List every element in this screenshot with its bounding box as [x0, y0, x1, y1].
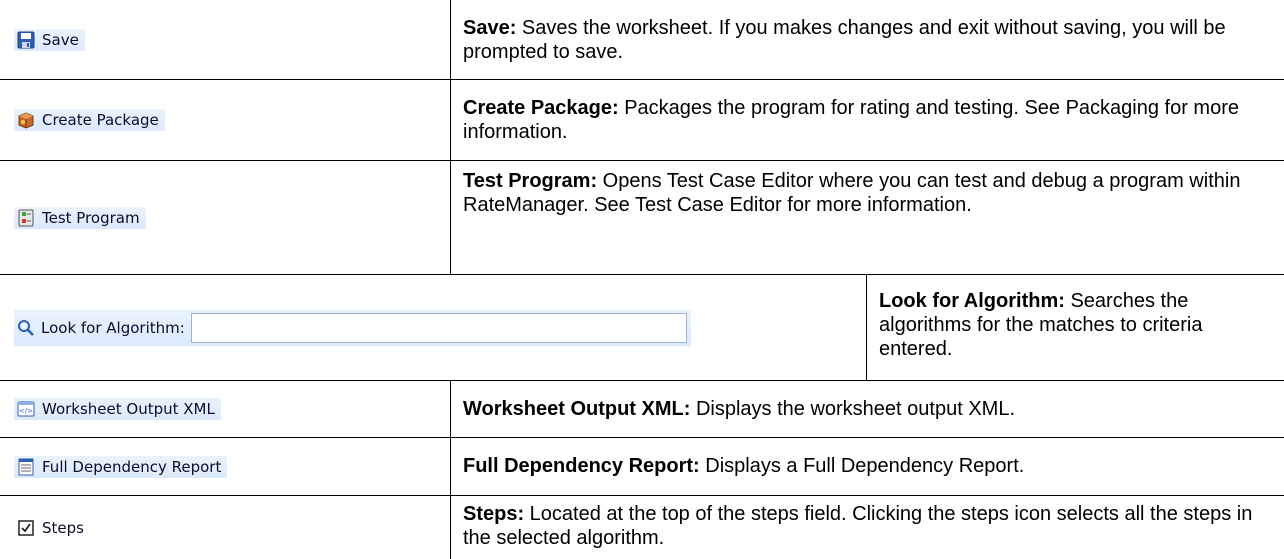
- term-label: Save:: [463, 17, 517, 39]
- save-button[interactable]: Save: [14, 28, 85, 51]
- term-description: Displays the worksheet output XML.: [690, 398, 1016, 420]
- term-label: Look for Algorithm:: [879, 290, 1065, 312]
- table-cell-button: Create Package: [0, 80, 450, 160]
- table-row: Create Package Create Package: Packages …: [0, 80, 1284, 161]
- table-cell-description: Look for Algorithm: Searches the algorit…: [866, 275, 1284, 380]
- term-label: Worksheet Output XML:: [463, 398, 691, 420]
- table-row: Steps Steps: Located at the top of the s…: [0, 496, 1284, 559]
- table-cell-description: Steps: Located at the top of the steps f…: [450, 496, 1284, 559]
- table-row: Save Save: Saves the worksheet. If you m…: [0, 0, 1284, 80]
- term-description: Saves the worksheet. If you makes change…: [463, 17, 1226, 63]
- steps-checkbox-icon: [18, 519, 34, 536]
- table-cell-description: Worksheet Output XML: Displays the works…: [450, 381, 1284, 437]
- full-dependency-report-button-label: Full Dependency Report: [42, 457, 222, 476]
- save-icon: [17, 31, 35, 48]
- create-package-button-label: Create Package: [42, 111, 159, 129]
- worksheet-output-xml-button-label: Worksheet Output XML: [42, 400, 215, 418]
- search-label: Look for Algorithm:: [41, 318, 185, 337]
- table-cell-button: Steps: [0, 496, 450, 559]
- svg-text:</>: </>: [19, 407, 33, 415]
- algorithm-search: Look for Algorithm:: [14, 309, 691, 346]
- table-row: Look for Algorithm: Look for Algorithm: …: [0, 275, 1284, 381]
- table-cell-button: Full Dependency Report: [0, 438, 450, 495]
- table-cell-button: Test Program: [0, 161, 450, 274]
- term-label: Steps:: [463, 503, 525, 525]
- algorithm-search-input[interactable]: [190, 312, 687, 343]
- term-label: Full Dependency Report:: [463, 455, 700, 477]
- save-button-label: Save: [42, 30, 79, 49]
- worksheet-output-xml-button[interactable]: </> Worksheet Output XML: [14, 398, 221, 420]
- steps-button-label: Steps: [42, 518, 84, 537]
- table-row: </> Worksheet Output XML Worksheet Outpu…: [0, 381, 1284, 438]
- term-description: Located at the top of the steps field. C…: [463, 503, 1253, 549]
- table-row: Full Dependency Report Full Dependency R…: [0, 438, 1284, 496]
- full-dependency-report-button[interactable]: Full Dependency Report: [14, 455, 228, 478]
- table-cell-description: Test Program: Opens Test Case Editor whe…: [450, 161, 1284, 274]
- table-cell-description: Save: Saves the worksheet. If you makes …: [450, 0, 1284, 79]
- report-icon: [18, 458, 34, 475]
- term-label: Create Package:: [463, 97, 619, 119]
- table-row: Test Program Test Program: Opens Test Ca…: [0, 161, 1284, 275]
- test-program-button-label: Test Program: [42, 208, 140, 227]
- xml-output-icon: </>: [17, 401, 35, 417]
- table-cell-button: </> Worksheet Output XML: [0, 381, 450, 437]
- package-icon: [18, 112, 34, 129]
- table-cell-button: Look for Algorithm:: [0, 275, 866, 380]
- table-cell-description: Create Package: Packages the program for…: [450, 80, 1284, 160]
- steps-button[interactable]: Steps: [14, 517, 90, 539]
- search-icon: [18, 319, 34, 336]
- term-label: Test Program:: [463, 170, 598, 192]
- test-program-icon: [18, 209, 34, 226]
- create-package-button[interactable]: Create Package: [14, 109, 165, 131]
- term-description: Displays a Full Dependency Report.: [699, 455, 1025, 477]
- table-cell-button: Save: [0, 0, 450, 79]
- table-cell-description: Full Dependency Report: Displays a Full …: [450, 438, 1284, 495]
- test-program-button[interactable]: Test Program: [14, 206, 146, 229]
